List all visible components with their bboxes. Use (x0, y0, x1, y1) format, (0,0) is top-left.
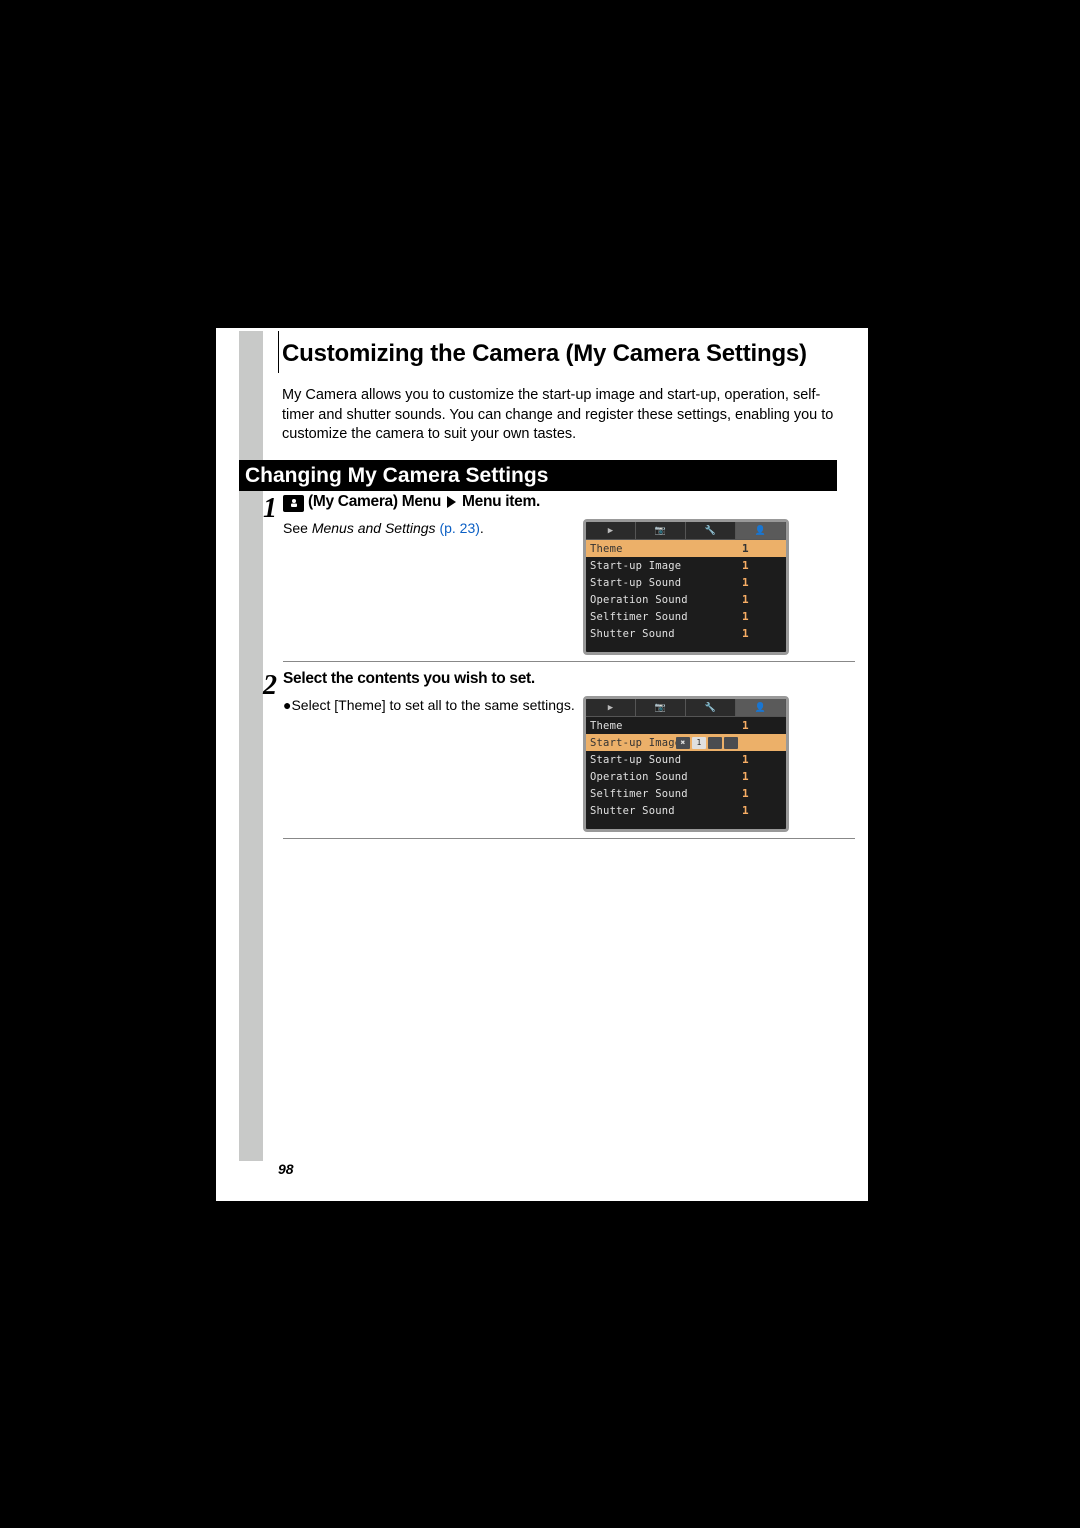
step-divider (283, 661, 855, 662)
right-arrow-icon (447, 496, 456, 508)
my-camera-icon (283, 495, 304, 512)
step-heading-text-a: (My Camera) Menu (308, 493, 441, 511)
see-label: See (283, 520, 312, 536)
step-heading-text: Select the contents you wish to set. (283, 670, 535, 688)
step-subtext: ●Select [Theme] to set all to the same s… (283, 696, 583, 714)
intro-paragraph: My Camera allows you to customize the st… (282, 386, 837, 445)
decor-vertical-rule (278, 331, 279, 373)
lcd-row: Theme1 (586, 540, 786, 557)
step-row: 2 Select the contents you wish to set. ●… (263, 670, 855, 847)
chapter-title: Customizing the Camera (My Camera Settin… (282, 340, 807, 368)
step-number: 1 (263, 493, 277, 670)
step-divider (283, 838, 855, 839)
lcd-tab-setup-icon: 🔧 (686, 699, 736, 716)
lcd-row: Shutter Sound1 (586, 625, 786, 642)
step-heading: (My Camera) Menu Menu item. (283, 493, 855, 511)
manual-page: Customizing the Camera (My Camera Settin… (216, 328, 868, 1201)
lcd-tab-rec-icon: 📷 (636, 522, 686, 539)
lcd-row: Start-up Image1 (586, 557, 786, 574)
lcd-row: Shutter Sound1 (586, 802, 786, 819)
step-number: 2 (263, 670, 277, 847)
lcd-tab-setup-icon: 🔧 (686, 522, 736, 539)
lcd-tab-play-icon: ▶ (586, 699, 636, 716)
page-reference-link[interactable]: (p. 23) (439, 520, 479, 536)
lcd-tabs: ▶ 📷 🔧 👤 (586, 522, 786, 540)
decor-gray-sidebar (239, 331, 263, 1161)
step-heading-text-b: Menu item. (462, 493, 540, 511)
lcd-screenshot: ▶ 📷 🔧 👤 Theme1 Start-up Image1 Start-up … (583, 519, 789, 655)
lcd-row: Selftimer Sound1 (586, 785, 786, 802)
see-italic: Menus and Settings (312, 520, 436, 536)
lcd-tabs: ▶ 📷 🔧 👤 (586, 699, 786, 717)
lcd-row: Start-up Sound1 (586, 751, 786, 768)
step-subtext: See Menus and Settings (p. 23). (283, 519, 583, 537)
thumb-strip: ✖ 1 (676, 737, 738, 749)
lcd-tab-mycamera-icon: 👤 (736, 522, 786, 539)
bullet-text: Select [Theme] to set all to the same se… (291, 697, 574, 713)
lcd-screenshot: ▶ 📷 🔧 👤 Theme1 Start-up Image ✖ 1 (583, 696, 789, 832)
thumb-option-icon (724, 737, 738, 749)
thumb-selected-icon: 1 (692, 737, 706, 749)
lcd-row: Start-up Image ✖ 1 (586, 734, 786, 751)
thumb-option-icon (708, 737, 722, 749)
step-row: 1 (My Camera) Menu Menu item. See Menus … (263, 493, 855, 670)
steps-table: 1 (My Camera) Menu Menu item. See Menus … (263, 493, 855, 847)
lcd-tab-mycamera-icon: 👤 (736, 699, 786, 716)
lcd-tab-rec-icon: 📷 (636, 699, 686, 716)
lcd-row: Operation Sound1 (586, 768, 786, 785)
lcd-row: Operation Sound1 (586, 591, 786, 608)
thumb-off-icon: ✖ (676, 737, 690, 749)
lcd-row: Theme1 (586, 717, 786, 734)
section-heading: Changing My Camera Settings (239, 460, 837, 491)
lcd-row: Selftimer Sound1 (586, 608, 786, 625)
step-heading: Select the contents you wish to set. (283, 670, 855, 688)
lcd-tab-play-icon: ▶ (586, 522, 636, 539)
lcd-row: Start-up Sound1 (586, 574, 786, 591)
page-number: 98 (278, 1161, 294, 1177)
